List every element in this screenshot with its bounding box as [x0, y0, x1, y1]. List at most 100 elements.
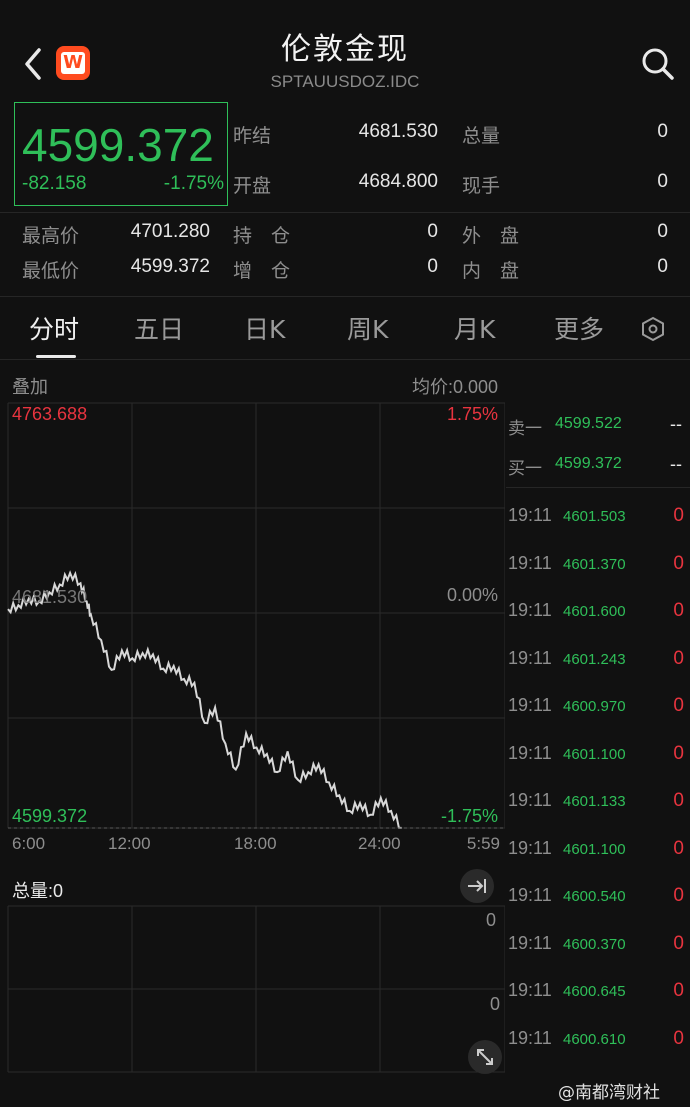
tick-price: 4600.970 — [563, 698, 626, 715]
high-label: 最高价 — [22, 225, 80, 247]
instrument-code: SPTAUUSDOZ.IDC — [270, 72, 420, 91]
tick-price: 4601.133 — [563, 793, 626, 810]
bid1-label: 买一 — [508, 459, 542, 479]
tick-time: 19:11 — [508, 790, 552, 810]
x-tick: 5:59 — [466, 834, 500, 853]
tick-row: 19:11 4601.503 0 — [508, 505, 684, 529]
x-tick: 12:00 — [108, 834, 151, 853]
intraday-chart[interactable] — [0, 398, 505, 1078]
tick-volume: 0 — [673, 932, 684, 954]
overlay-button[interactable]: 叠加 — [12, 373, 48, 399]
price-change-percent: -1.75% — [163, 173, 224, 194]
y-min-label: 4599.372 — [12, 806, 88, 826]
outer-label: 外 盘 — [462, 225, 520, 247]
tick-volume: 0 — [673, 1027, 684, 1049]
volume-panel-label: 总量:0 — [12, 881, 64, 901]
outer-value: 0 — [657, 221, 668, 242]
prev-settle-value: 4681.530 — [358, 121, 438, 142]
tick-volume: 0 — [673, 742, 684, 764]
avg-price-label: 均价:0.000 — [411, 377, 498, 397]
increase-label: 增 仓 — [233, 260, 291, 282]
tick-price: 4601.370 — [563, 555, 626, 573]
pct-top-label: 1.75% — [446, 404, 498, 424]
settings-icon[interactable] — [640, 316, 666, 342]
prev-settle-label: 昨结 — [233, 125, 272, 147]
bid1-volume: -- — [670, 454, 682, 474]
tick-row: 19:11 4601.133 0 — [508, 790, 684, 814]
tick-time: 19:11 — [508, 1027, 552, 1048]
tick-volume: 0 — [673, 695, 684, 716]
tick-time: 19:11 — [508, 505, 552, 525]
divider — [0, 296, 690, 297]
tick-time: 19:11 — [508, 742, 552, 763]
divider — [0, 359, 690, 360]
high-value: 4701.280 — [130, 221, 210, 242]
tick-time: 19:11 — [508, 695, 552, 715]
ask1-price: 4599.522 — [555, 415, 622, 432]
x-tick: 18:00 — [234, 834, 277, 853]
volume-mid-value: 0 — [489, 994, 500, 1014]
ask1-volume: -- — [670, 414, 682, 434]
tick-volume: 0 — [673, 600, 684, 621]
tab-weekly-k[interactable]: 周K — [347, 310, 388, 346]
bid1-price: 4599.372 — [555, 455, 622, 472]
tick-row: 19:11 4600.610 0 — [508, 1028, 684, 1052]
tick-row: 19:11 4601.600 0 — [508, 600, 684, 624]
tick-row: 19:11 4601.100 0 — [508, 743, 684, 767]
tab-daily-k[interactable]: 日K — [244, 310, 285, 346]
search-icon[interactable] — [640, 46, 676, 82]
low-label: 最低价 — [22, 260, 80, 282]
tick-row: 19:11 4600.540 0 — [508, 885, 684, 909]
last-price: 4599.372 — [22, 119, 214, 171]
tick-volume: 0 — [673, 980, 684, 1001]
ask1-label: 卖一 — [508, 419, 542, 439]
y-mid-label: 4681.530 — [12, 587, 88, 607]
increase-value: 0 — [427, 256, 438, 277]
tick-price: 4601.503 — [563, 508, 626, 525]
tick-price: 4600.540 — [563, 888, 626, 905]
inner-value: 0 — [657, 256, 668, 277]
tick-volume: 0 — [673, 885, 684, 906]
tick-time: 19:11 — [508, 980, 552, 1000]
position-label: 持 仓 — [233, 225, 291, 247]
tab-intraday[interactable]: 分时 — [29, 310, 79, 346]
x-tick: 6:00 — [12, 834, 46, 853]
price-change: -82.158 — [22, 173, 87, 194]
tab-five-day[interactable]: 五日 — [134, 310, 184, 346]
collapse-panel-icon[interactable] — [460, 869, 494, 903]
tick-row: 19:11 4601.243 0 — [508, 648, 684, 672]
volume-top-value: 0 — [485, 910, 496, 930]
divider — [506, 487, 690, 488]
tick-price: 4600.645 — [563, 983, 626, 1000]
tick-volume: 0 — [673, 505, 684, 526]
fullscreen-icon[interactable] — [468, 1040, 502, 1074]
tick-price: 4600.370 — [563, 935, 626, 953]
tick-volume: 0 — [673, 790, 684, 811]
watermark: @南都湾财社 — [558, 1083, 660, 1103]
tick-time: 19:11 — [508, 885, 552, 905]
tick-time: 19:11 — [508, 600, 552, 620]
inner-label: 内 盘 — [462, 260, 520, 282]
tick-row: 19:11 4600.370 0 — [508, 933, 684, 957]
volume-value: 0 — [657, 121, 668, 142]
current-hand-label: 现手 — [462, 175, 501, 197]
tick-row: 19:11 4600.970 0 — [508, 695, 684, 719]
tick-price: 4601.100 — [563, 745, 626, 763]
position-value: 0 — [427, 221, 438, 242]
active-tab-indicator — [36, 355, 76, 358]
tick-time: 19:11 — [508, 647, 552, 668]
tab-monthly-k[interactable]: 月K — [454, 310, 495, 346]
current-hand-value: 0 — [657, 171, 668, 192]
tick-price: 4601.600 — [563, 603, 626, 620]
tick-time: 19:11 — [508, 552, 552, 573]
tick-price: 4601.243 — [563, 650, 626, 668]
tick-price: 4600.610 — [563, 1030, 626, 1048]
tab-more[interactable]: 更多 — [554, 310, 604, 346]
open-label: 开盘 — [233, 175, 272, 197]
tick-row: 19:11 4601.100 0 — [508, 838, 684, 862]
pct-mid-label: 0.00% — [446, 585, 498, 605]
pct-bottom-label: -1.75% — [440, 806, 498, 826]
y-max-label: 4763.688 — [12, 404, 88, 424]
volume-label: 总量 — [462, 125, 501, 147]
x-tick: 24:00 — [358, 834, 401, 853]
